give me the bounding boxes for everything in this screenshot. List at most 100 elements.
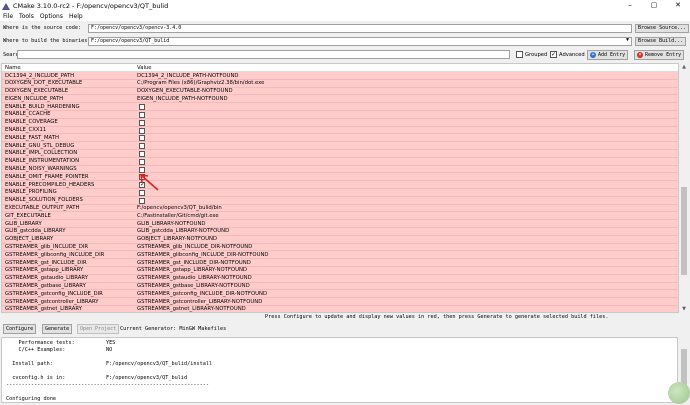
table-row[interactable]: GSTREAMER_gstconfig_INCLUDE_DIR GSTREAMER…	[2, 290, 678, 299]
remove-entry-button[interactable]: × Remove Entry	[634, 50, 685, 60]
table-row[interactable]: GSTREAMER_gst_INCLUDE_DIR GSTREAMER_gst_I…	[2, 259, 678, 267]
table-row[interactable]: GSTREAMER_glib_INCLUDE_DIR GSTREAMER_glib…	[2, 243, 678, 252]
entry-value[interactable]: C:/Fastinstaller/Git/cmd/git.exe	[137, 213, 219, 220]
table-row[interactable]: ENABLE_INSTRUMENTATION	[2, 157, 678, 166]
search-input[interactable]	[17, 50, 510, 59]
maximize-button[interactable]: ▢	[642, 0, 666, 11]
scrollbar-thumb[interactable]	[681, 187, 687, 275]
entry-value[interactable]: GSTREAMER_gstaudio_LIBRARY-NOTFOUND	[137, 275, 252, 282]
table-row[interactable]: ENABLE_SOLUTION_FOLDERS	[2, 196, 678, 205]
entry-name: GLIB_LIBRARY	[5, 220, 42, 227]
table-row[interactable]: GSTREAMER_gstaudio_LIBRARY GSTREAMER_gsta…	[2, 274, 678, 283]
entry-value[interactable]: GSTREAMER_gstnet_LIBRARY-NOTFOUND	[137, 306, 246, 312]
entry-name: GIT_EXECUTABLE	[5, 212, 51, 219]
table-row[interactable]: GLIB_gstcdda_LIBRARY GLIB_gstcdda_LIBRARY…	[2, 227, 678, 236]
entry-value[interactable]: GSTREAMER_glibconfig_INCLUDE_DIR-NOTFOUN…	[137, 252, 269, 259]
table-row[interactable]: GSTREAMER_gstapp_LIBRARY GSTREAMER_gstapp…	[2, 266, 678, 275]
entry-checkbox[interactable]	[139, 119, 145, 126]
source-row: Where is the source code: F:/opencv/open…	[0, 23, 690, 34]
table-row[interactable]: ENABLE_CXX11	[2, 126, 678, 135]
build-path-combo[interactable]: F:/opencv/opencv3/QT_bulid	[88, 37, 632, 46]
entry-value[interactable]: F:/opencv/opencv3/QT_bulid/bin	[137, 205, 222, 212]
current-generator: Current Generator: MinGW Makefiles	[120, 326, 227, 332]
search-row: Search: Grouped ✓ Advanced + Add Entry ×…	[0, 49, 690, 61]
entry-value[interactable]: GSTREAMER_gstbase_LIBRARY-NOTFOUND	[137, 283, 250, 290]
table-row[interactable]: ENABLE_PRECOMPILED_HEADERS ✓	[2, 181, 678, 189]
entry-checkbox[interactable]	[139, 127, 145, 134]
generate-button[interactable]: Generate	[42, 324, 73, 334]
table-row[interactable]: GIT_EXECUTABLE C:/Fastinstaller/Git/cmd/g…	[2, 212, 678, 221]
entry-value[interactable]: GSTREAMER_glib_INCLUDE_DIR-NOTFOUND	[137, 244, 252, 251]
add-entry-button[interactable]: + Add Entry	[587, 50, 629, 60]
entry-checkbox[interactable]	[139, 104, 145, 111]
entry-checkbox[interactable]	[139, 150, 145, 157]
table-row[interactable]: ENABLE_CCACHE	[2, 110, 678, 119]
table-row[interactable]: ENABLE_NOISY_WARNINGS	[2, 165, 678, 174]
table-scrollbar[interactable]: ▲ ▼	[679, 63, 689, 313]
menu-tools[interactable]: Tools	[16, 13, 37, 20]
close-button[interactable]: ✕	[666, 0, 690, 11]
build-label: Where to build the binaries:	[3, 38, 91, 44]
column-header-value[interactable]: Value	[137, 65, 152, 71]
table-row[interactable]: GSTREAMER_gstcontroller_LIBRARY GSTREAMER…	[2, 298, 678, 306]
entry-value[interactable]: GLIB_gstcdda_LIBRARY-NOTFOUND	[137, 228, 229, 235]
column-header-name[interactable]: Name	[5, 65, 21, 71]
table-row[interactable]: ENABLE_PROFILING	[2, 188, 678, 197]
table-row[interactable]: GSTREAMER_gstbase_LIBRARY GSTREAMER_gstba…	[2, 282, 678, 291]
table-row[interactable]: EXECUTABLE_OUTPUT_PATH F:/opencv/opencv3/…	[2, 204, 678, 213]
table-row[interactable]: ENABLE_IMPL_COLLECTION	[2, 149, 678, 158]
output-line: ----------------------------------------…	[6, 382, 210, 388]
entry-checkbox[interactable]	[139, 111, 145, 118]
chevron-down-icon[interactable]: ▼	[626, 37, 629, 43]
entry-value[interactable]: GOBJECT_LIBRARY-NOTFOUND	[137, 236, 217, 243]
entry-value[interactable]: GSTREAMER_gstcontroller_LIBRARY-NOTFOUND	[137, 299, 262, 306]
table-row[interactable]: DOXYGEN_EXECUTABLE DOXYGEN_EXECUTABLE-NOT…	[2, 87, 678, 96]
table-row[interactable]: GSTREAMER_gstnet_LIBRARY GSTREAMER_gstnet…	[2, 305, 678, 312]
table-row[interactable]: ENABLE_COVERAGE	[2, 118, 678, 127]
grouped-checkbox[interactable]	[516, 51, 523, 58]
scroll-up-icon[interactable]: ▲	[679, 63, 689, 71]
table-row[interactable]: GSTREAMER_glibconfig_INCLUDE_DIR GSTREAME…	[2, 251, 678, 260]
table-row[interactable]: GLIB_LIBRARY GLIB_LIBRARY-NOTFOUND	[2, 220, 678, 228]
table-row[interactable]: DC1394_2_INCLUDE_PATH DC1394_2_INCLUDE_PA…	[2, 72, 678, 80]
menu-options[interactable]: Options	[37, 13, 66, 20]
entry-checkbox[interactable]	[139, 158, 145, 165]
entry-name: ENABLE_GNU_STL_DEBUG	[5, 142, 75, 149]
table-header: Name Value	[2, 64, 678, 72]
table-row[interactable]: EIGEN_INCLUDE_PATH EIGEN_INCLUDE_PATH-NOT…	[2, 95, 678, 104]
menu-help[interactable]: Help	[66, 13, 86, 20]
open-project-button[interactable]: Open Project	[77, 324, 120, 334]
entry-value[interactable]: GSTREAMER_gstconfig_INCLUDE_DIR-NOTFOUND	[137, 291, 267, 298]
table-row[interactable]: GOBJECT_LIBRARY GOBJECT_LIBRARY-NOTFOUND	[2, 235, 678, 244]
table-row[interactable]: ENABLE_FAST_MATH	[2, 134, 678, 143]
browse-build-button[interactable]: Browse Build...	[635, 37, 687, 46]
entry-checkbox[interactable]	[139, 135, 145, 142]
output-log[interactable]: Performance tests: YES C/C++ Examples: N…	[1, 337, 678, 403]
entry-name: ENABLE_PROFILING	[5, 189, 57, 196]
browse-source-button[interactable]: Browse Source...	[635, 24, 690, 33]
entry-checkbox[interactable]	[139, 197, 145, 204]
entry-value[interactable]: GSTREAMER_gstapp_LIBRARY-NOTFOUND	[137, 267, 247, 274]
entry-value[interactable]: GLIB_LIBRARY-NOTFOUND	[137, 221, 206, 228]
configure-button[interactable]: Configure	[3, 324, 37, 334]
entry-value[interactable]: C:/Program Files (x86)/Graphviz2.38/bin/…	[137, 80, 264, 87]
x-icon: ×	[637, 52, 643, 58]
cache-table[interactable]: Name Value DC1394_2_INCLUDE_PATH DC1394_2…	[1, 63, 679, 313]
entry-name: EXECUTABLE_OUTPUT_PATH	[5, 205, 80, 212]
entry-value[interactable]: DC1394_2_INCLUDE_PATH-NOTFOUND	[137, 73, 238, 80]
entry-value[interactable]: GSTREAMER_gst_INCLUDE_DIR-NOTFOUND	[137, 260, 251, 267]
floating-assistant-icon[interactable]	[668, 382, 690, 404]
entry-value[interactable]: DOXYGEN_EXECUTABLE-NOTFOUND	[137, 88, 233, 95]
menu-bar: File Tools Options Help	[0, 11, 690, 21]
minimize-button[interactable]: –	[618, 0, 642, 11]
table-row[interactable]: ENABLE_BUILD_HARDENING	[2, 103, 678, 111]
table-row[interactable]: DOXYGEN_DOT_EXECUTABLE C:/Program Files (…	[2, 79, 678, 88]
table-row[interactable]: ENABLE_OMIT_FRAME_POINTER✓	[2, 173, 678, 182]
source-path-field[interactable]: F:/opencv/opencv3/opencv-3.4.0	[88, 24, 632, 33]
menu-file[interactable]: File	[0, 13, 16, 20]
table-row[interactable]: ENABLE_GNU_STL_DEBUG	[2, 142, 678, 150]
entry-checkbox[interactable]	[139, 143, 145, 150]
advanced-checkbox[interactable]: ✓	[550, 51, 557, 58]
entry-value[interactable]: EIGEN_INCLUDE_PATH-NOTFOUND	[137, 96, 228, 103]
scroll-down-icon[interactable]: ▼	[679, 305, 689, 313]
